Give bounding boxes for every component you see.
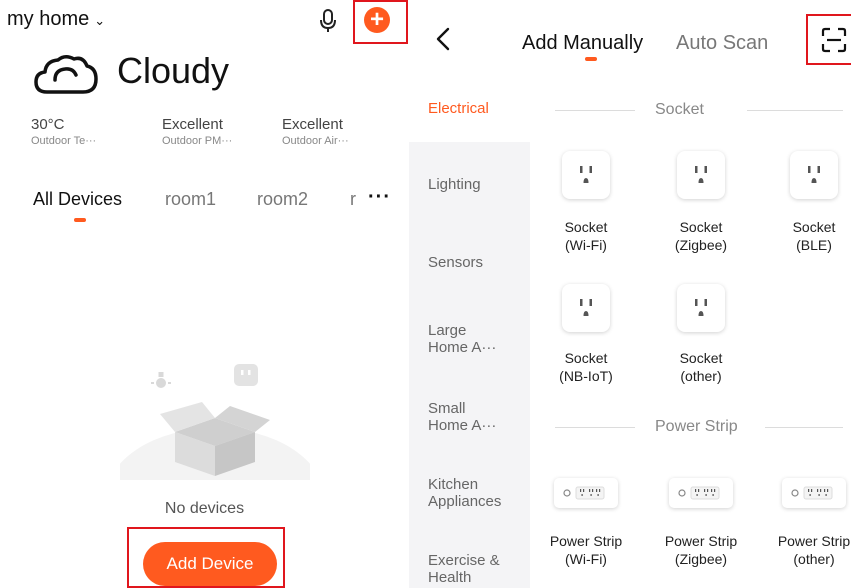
tab-room2[interactable]: room2 — [257, 189, 308, 210]
home-panel: my home ⌄ + Cloudy 30°C Outdoor Te··· Ex… — [0, 0, 409, 588]
active-tab-indicator — [585, 57, 597, 61]
item-label: Power Strip (other) — [777, 533, 851, 567]
section-title-power-strip: Power Strip — [655, 418, 738, 435]
weather-condition: Cloudy — [117, 50, 230, 91]
highlight-box-add-device — [127, 527, 285, 588]
tab-auto-scan[interactable]: Auto Scan — [676, 32, 768, 55]
active-tab-indicator — [74, 218, 86, 222]
home-name: my home — [7, 8, 90, 30]
category-electrical[interactable]: Electrical — [428, 100, 489, 117]
room-tabs: All Devices room1 room2 r — [0, 189, 409, 229]
more-icon[interactable]: ··· — [368, 186, 391, 209]
microphone-icon[interactable] — [318, 8, 338, 34]
item-label: Socket (Zigbee) — [674, 219, 728, 253]
item-label: Socket (NB-IoT) — [559, 350, 613, 384]
tab-add-manually[interactable]: Add Manually — [522, 32, 643, 55]
metric-pm: Excellent Outdoor PM··· — [162, 116, 232, 147]
back-arrow-icon[interactable] — [435, 26, 451, 52]
home-selector[interactable]: my home ⌄ — [7, 8, 105, 31]
power-strip-wifi-icon[interactable] — [554, 478, 618, 508]
item-label: Socket (BLE) — [792, 219, 836, 253]
category-small-home-appliances[interactable]: Small Home A··· — [428, 400, 496, 434]
metric-value: Excellent — [282, 116, 343, 133]
category-lighting[interactable]: Lighting — [428, 176, 481, 193]
metric-temperature: 30°C Outdoor Te··· — [31, 116, 96, 147]
category-exercise-health[interactable]: Exercise & Health — [428, 552, 500, 586]
item-label: Socket (Wi-Fi) — [564, 219, 608, 253]
metric-air: Excellent Outdoor Air··· — [282, 116, 349, 147]
metric-label: Outdoor Air··· — [282, 135, 349, 147]
tab-room1[interactable]: room1 — [165, 189, 216, 210]
tab-room3-truncated[interactable]: r — [350, 189, 356, 210]
metric-label: Outdoor Te··· — [31, 135, 97, 147]
item-label: Socket (other) — [679, 350, 723, 384]
socket-wifi-icon[interactable] — [562, 151, 610, 199]
highlight-box-add — [353, 0, 408, 44]
category-sensors[interactable]: Sensors — [428, 254, 483, 271]
socket-zigbee-icon[interactable] — [677, 151, 725, 199]
tab-all-devices[interactable]: All Devices — [33, 189, 122, 210]
category-kitchen-appliances[interactable]: Kitchen Appliances — [428, 476, 501, 510]
item-label: Power Strip (Wi-Fi) — [549, 533, 623, 567]
section-divider — [555, 427, 635, 428]
section-divider — [747, 110, 843, 111]
section-title-socket: Socket — [655, 101, 704, 118]
section-divider — [555, 110, 635, 111]
metric-value: 30°C — [31, 116, 65, 133]
category-large-home-appliances[interactable]: Large Home A··· — [428, 322, 496, 356]
socket-other-icon[interactable] — [677, 284, 725, 332]
power-strip-other-icon[interactable] — [782, 478, 846, 508]
metric-label: Outdoor PM··· — [162, 135, 233, 147]
item-label: Power Strip (Zigbee) — [664, 533, 738, 567]
cloud-icon — [34, 55, 98, 94]
chevron-down-icon: ⌄ — [94, 12, 106, 28]
socket-ble-icon[interactable] — [790, 151, 838, 199]
metric-value: Excellent — [162, 116, 223, 133]
empty-box-illustration — [120, 364, 310, 480]
power-strip-zigbee-icon[interactable] — [669, 478, 733, 508]
empty-state-text: No devices — [164, 500, 245, 517]
section-divider — [765, 427, 843, 428]
add-device-panel: Add Manually Auto Scan Electrical Lighti… — [409, 0, 851, 588]
highlight-box-scan — [806, 14, 851, 65]
socket-nbiot-icon[interactable] — [562, 284, 610, 332]
